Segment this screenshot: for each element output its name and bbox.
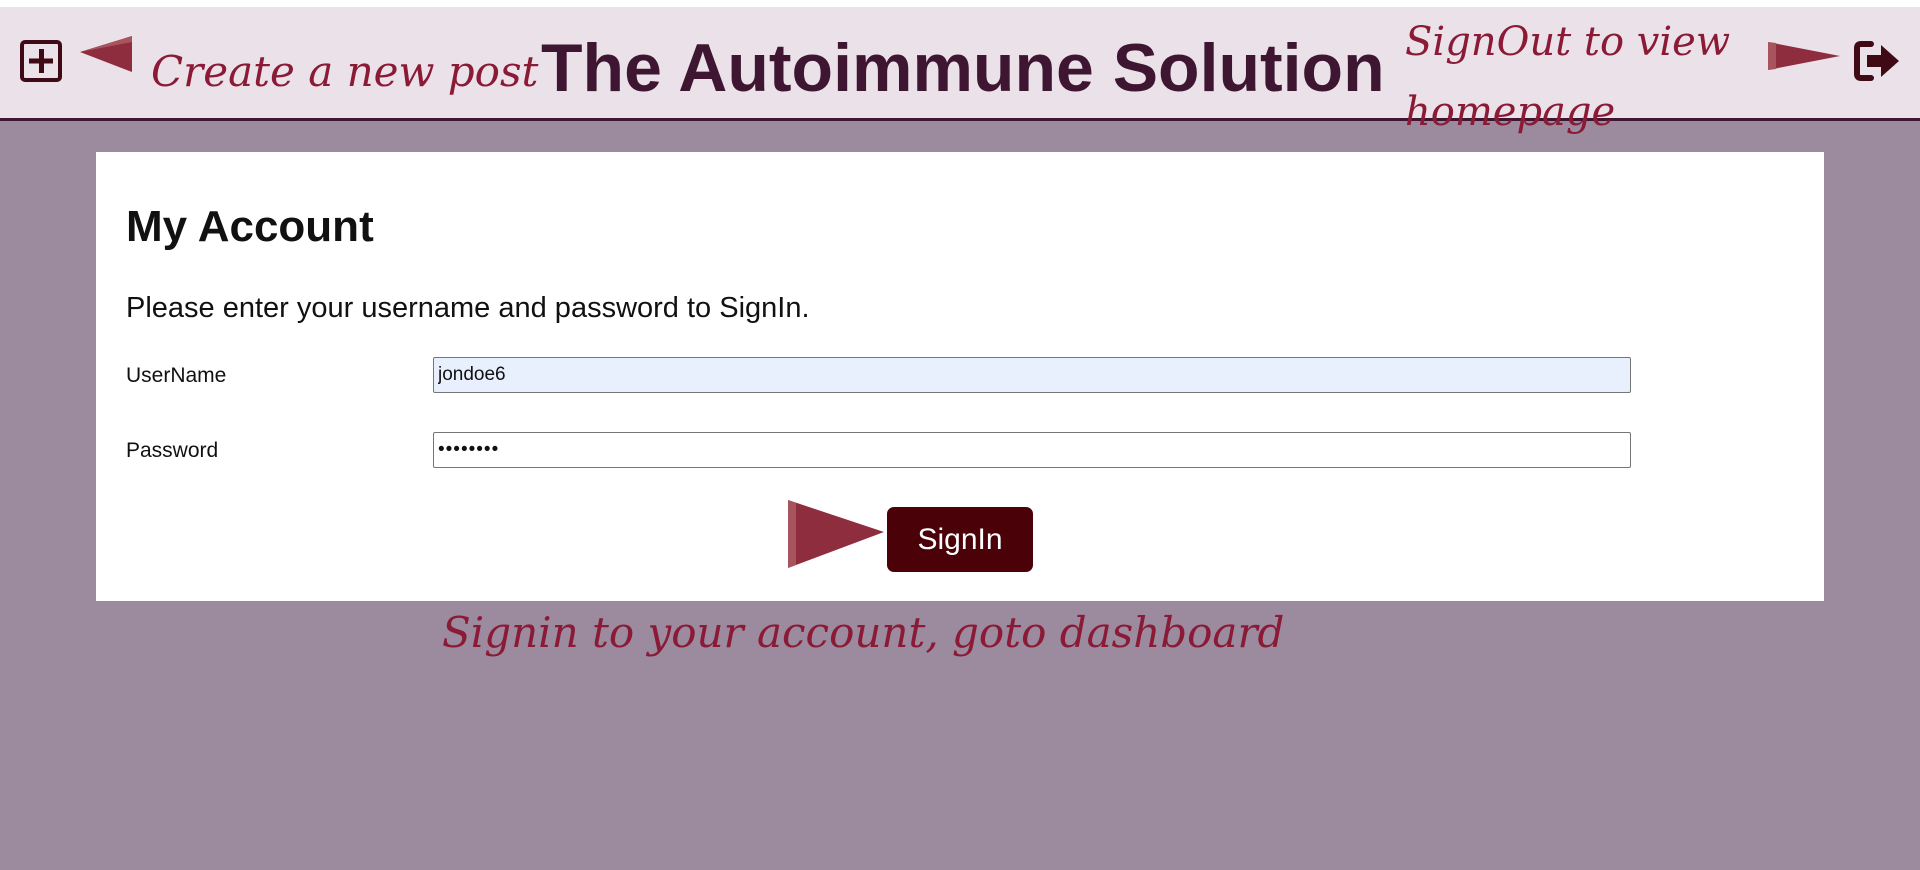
site-title: The Autoimmune Solution: [541, 30, 1385, 106]
site-header: Create a new post The Autoimmune Solutio…: [0, 7, 1920, 135]
account-card: My Account Please enter your username an…: [96, 152, 1824, 601]
username-label: UserName: [126, 364, 227, 387]
password-input[interactable]: [433, 432, 1631, 468]
pointer-right-arrow-icon: [786, 498, 886, 575]
top-edge: [0, 0, 1920, 7]
password-label: Password: [126, 439, 219, 462]
plus-square-icon[interactable]: [19, 39, 63, 83]
signin-instructions: Please enter your username and password …: [126, 292, 810, 324]
signin-button[interactable]: SignIn: [887, 507, 1033, 572]
pointer-left-arrow-icon: [80, 34, 134, 79]
signout-note: SignOut to view homepage: [1405, 19, 1731, 135]
sign-out-icon[interactable]: [1853, 39, 1901, 83]
signin-note: Signin to your account, goto dashboard: [442, 608, 1285, 657]
pointer-right-arrow-icon: [1768, 40, 1842, 77]
page-title: My Account: [126, 202, 374, 251]
create-post-note: Create a new post: [151, 47, 539, 96]
username-input[interactable]: [433, 357, 1631, 393]
